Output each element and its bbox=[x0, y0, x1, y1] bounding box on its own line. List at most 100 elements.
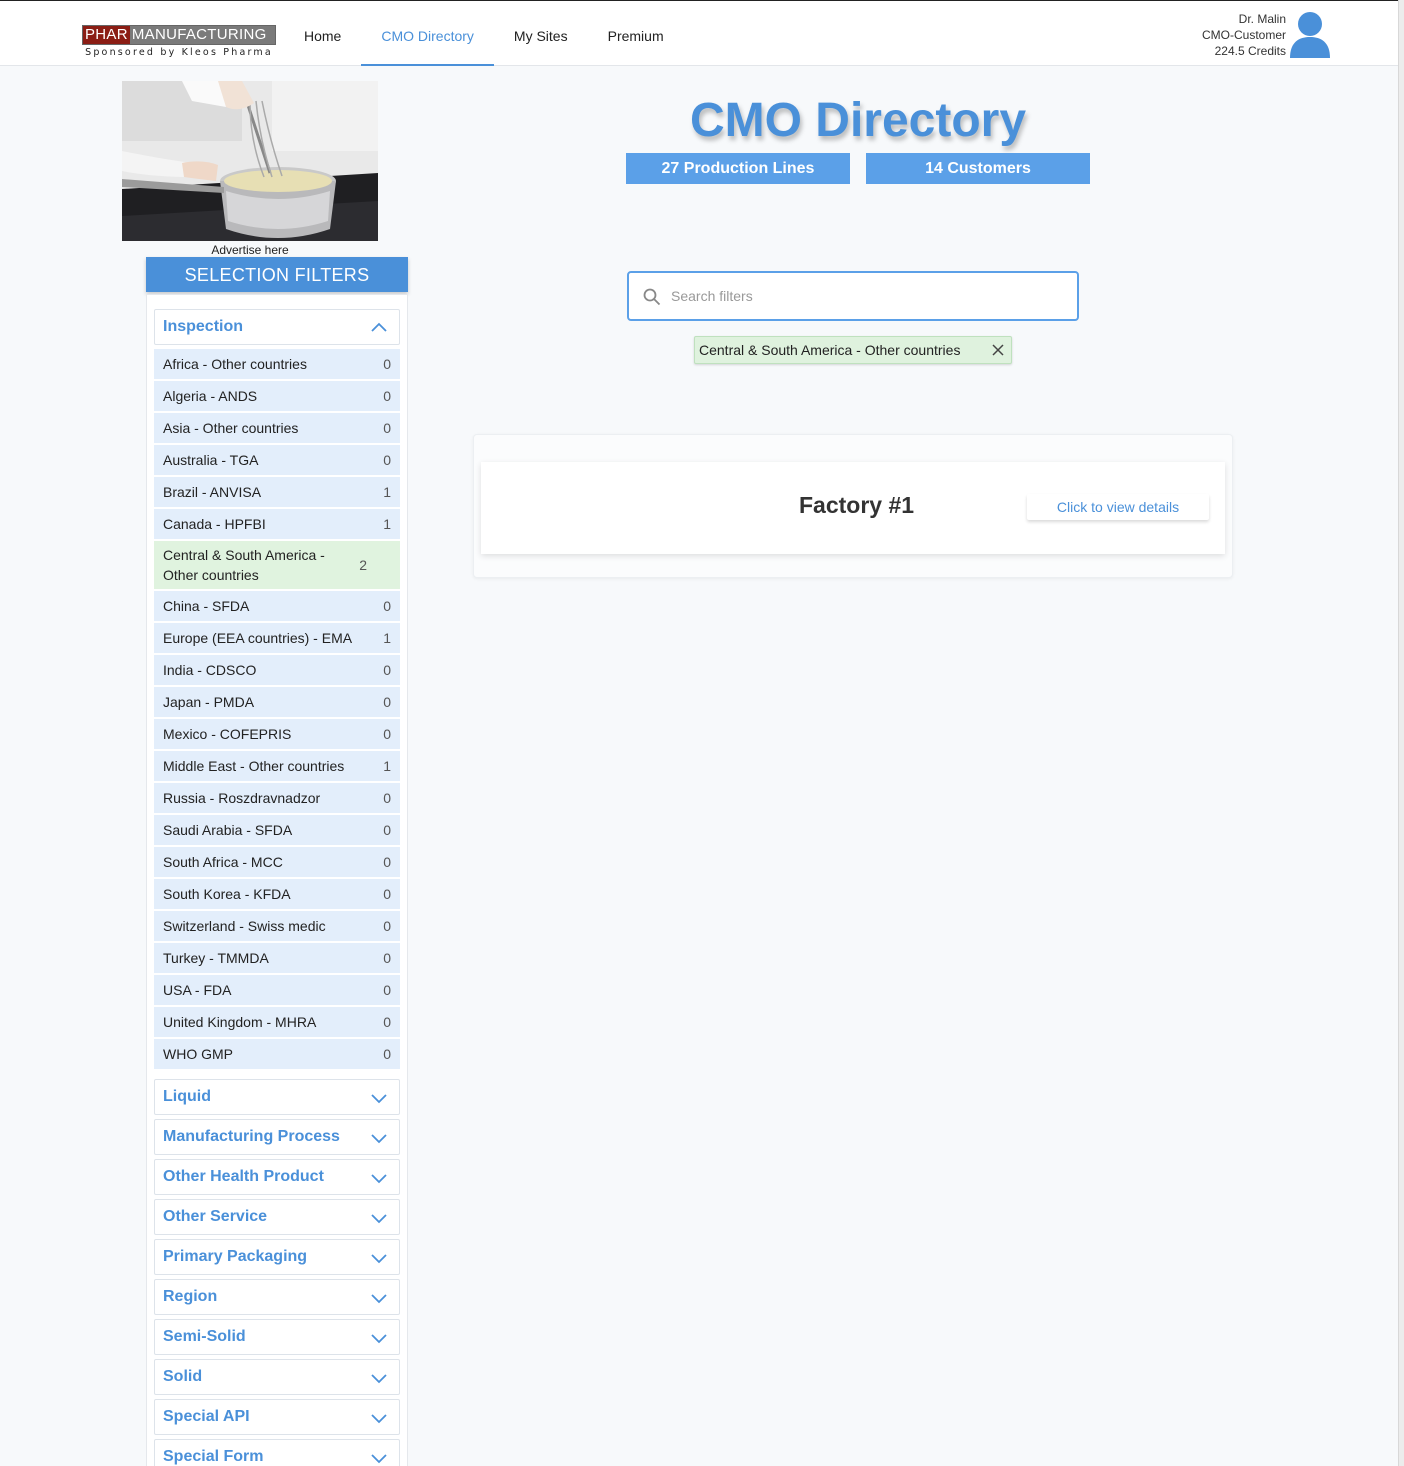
filter-item-label: Asia - Other countries bbox=[163, 420, 299, 436]
filter-item-count: 2 bbox=[359, 557, 367, 573]
section-manufacturing-process[interactable]: Manufacturing Process bbox=[154, 1119, 400, 1155]
filter-item[interactable]: Middle East - Other countries 1 bbox=[154, 751, 400, 781]
filter-item[interactable]: Central & South America - Other countrie… bbox=[154, 541, 400, 589]
section-label: Other Health Product bbox=[163, 1168, 324, 1185]
section-label: Region bbox=[163, 1288, 218, 1305]
filter-item-label: India - CDSCO bbox=[163, 662, 257, 678]
section-special-form[interactable]: Special Form bbox=[154, 1439, 400, 1466]
search-input[interactable] bbox=[671, 284, 1061, 308]
section-special-api[interactable]: Special API bbox=[154, 1399, 400, 1435]
filter-item-count: 0 bbox=[383, 790, 391, 806]
filter-item[interactable]: Australia - TGA 0 bbox=[154, 445, 400, 475]
section-solid[interactable]: Solid bbox=[154, 1359, 400, 1395]
user-info[interactable]: Dr. Malin CMO-Customer 224.5 Credits bbox=[1202, 11, 1286, 59]
section-primary-packaging[interactable]: Primary Packaging bbox=[154, 1239, 400, 1275]
filter-item[interactable]: Mexico - COFEPRIS 0 bbox=[154, 719, 400, 749]
logo[interactable]: PHAR MANUFACTURING Sponsored by Kleos Ph… bbox=[82, 25, 276, 58]
nav-premium[interactable]: Premium bbox=[588, 1, 684, 66]
filter-item[interactable]: South Korea - KFDA 0 bbox=[154, 879, 400, 909]
filter-item[interactable]: United Kingdom - MHRA 0 bbox=[154, 1007, 400, 1037]
selection-filters-title: SELECTION FILTERS bbox=[146, 257, 408, 292]
nav-my-sites[interactable]: My Sites bbox=[494, 1, 588, 66]
filter-item-label: Turkey - TMMDA bbox=[163, 950, 269, 966]
section-region[interactable]: Region bbox=[154, 1279, 400, 1315]
filter-item-count: 0 bbox=[383, 598, 391, 614]
chevron-down-icon bbox=[371, 1254, 387, 1264]
filter-item-count: 1 bbox=[383, 630, 391, 646]
result-card: Factory #1 Click to view details bbox=[481, 462, 1225, 554]
search-icon bbox=[643, 288, 661, 306]
filter-item-count: 0 bbox=[383, 662, 391, 678]
section-liquid[interactable]: Liquid bbox=[154, 1079, 400, 1115]
production-lines-stat[interactable]: 27 Production Lines bbox=[626, 153, 850, 184]
section-label: Manufacturing Process bbox=[163, 1128, 340, 1145]
section-label: Semi-Solid bbox=[163, 1328, 246, 1345]
filter-item[interactable]: Africa - Other countries 0 bbox=[154, 349, 400, 379]
user-name: Dr. Malin bbox=[1238, 12, 1286, 26]
filter-item-count: 0 bbox=[383, 822, 391, 838]
chevron-down-icon bbox=[371, 1174, 387, 1184]
filter-item-label: South Korea - KFDA bbox=[163, 886, 291, 902]
section-inspection-label: Inspection bbox=[163, 318, 244, 335]
customers-stat[interactable]: 14 Customers bbox=[866, 153, 1090, 184]
filter-item-count: 0 bbox=[383, 1046, 391, 1062]
filter-item[interactable]: Algeria - ANDS 0 bbox=[154, 381, 400, 411]
filter-item[interactable]: India - CDSCO 0 bbox=[154, 655, 400, 685]
filter-item-count: 0 bbox=[383, 854, 391, 870]
filter-item-count: 1 bbox=[383, 484, 391, 500]
chevron-down-icon bbox=[371, 1334, 387, 1344]
filter-item[interactable]: Brazil - ANVISA 1 bbox=[154, 477, 400, 507]
chevron-up-icon bbox=[371, 322, 387, 332]
nav-home[interactable]: Home bbox=[284, 1, 361, 66]
filter-item-count: 0 bbox=[383, 918, 391, 934]
filter-item[interactable]: USA - FDA 0 bbox=[154, 975, 400, 1005]
filter-item-count: 0 bbox=[383, 726, 391, 742]
filter-item[interactable]: Asia - Other countries 0 bbox=[154, 413, 400, 443]
chevron-down-icon bbox=[371, 1454, 387, 1464]
avatar-icon[interactable] bbox=[1290, 11, 1330, 59]
filter-item-label: Africa - Other countries bbox=[163, 356, 307, 372]
section-other-service[interactable]: Other Service bbox=[154, 1199, 400, 1235]
filter-item-label: Canada - HPFBI bbox=[163, 516, 266, 532]
filter-item[interactable]: Russia - Roszdravnadzor 0 bbox=[154, 783, 400, 813]
filter-item-label: Japan - PMDA bbox=[163, 694, 255, 710]
view-details-button[interactable]: Click to view details bbox=[1027, 494, 1209, 520]
filter-item[interactable]: Europe (EEA countries) - EMA 1 bbox=[154, 623, 400, 653]
user-role: CMO-Customer bbox=[1201, 28, 1286, 42]
filter-item-label: Central & South America - Other countrie… bbox=[163, 547, 325, 583]
nav-cmo-directory[interactable]: CMO Directory bbox=[361, 1, 494, 66]
filter-item[interactable]: WHO GMP 0 bbox=[154, 1039, 400, 1069]
filter-item[interactable]: Switzerland - Swiss medic 0 bbox=[154, 911, 400, 941]
chevron-down-icon bbox=[371, 1374, 387, 1384]
advertisement-image[interactable] bbox=[122, 81, 378, 241]
filter-item[interactable]: Saudi Arabia - SFDA 0 bbox=[154, 815, 400, 845]
page-title: CMO Directory bbox=[689, 94, 1027, 147]
search-box bbox=[627, 271, 1079, 321]
filter-item-label: Saudi Arabia - SFDA bbox=[163, 822, 293, 838]
cooking-pot-image bbox=[122, 81, 378, 241]
advertise-label[interactable]: Advertise here bbox=[122, 243, 378, 257]
filter-item-count: 0 bbox=[383, 356, 391, 372]
section-inspection[interactable]: Inspection bbox=[154, 309, 400, 345]
filter-item[interactable]: Turkey - TMMDA 0 bbox=[154, 943, 400, 973]
section-semi-solid[interactable]: Semi-Solid bbox=[154, 1319, 400, 1355]
active-filter-chip: Central & South America - Other countrie… bbox=[694, 336, 1012, 364]
filter-item[interactable]: South Africa - MCC 0 bbox=[154, 847, 400, 877]
section-label: Special API bbox=[163, 1408, 250, 1425]
section-label: Special Form bbox=[163, 1448, 264, 1465]
filter-item-count: 0 bbox=[383, 694, 391, 710]
filter-item[interactable]: Canada - HPFBI 1 bbox=[154, 509, 400, 539]
filter-item-count: 0 bbox=[383, 982, 391, 998]
section-label: Solid bbox=[163, 1368, 203, 1385]
filter-item[interactable]: Japan - PMDA 0 bbox=[154, 687, 400, 717]
filter-item-count: 0 bbox=[383, 452, 391, 468]
filter-item-label: Middle East - Other countries bbox=[163, 758, 345, 774]
top-header: PHAR MANUFACTURING Sponsored by Kleos Ph… bbox=[0, 0, 1398, 66]
section-other-health-product[interactable]: Other Health Product bbox=[154, 1159, 400, 1195]
filter-item-label: Russia - Roszdravnadzor bbox=[163, 790, 321, 806]
section-label: Other Service bbox=[163, 1208, 268, 1225]
filter-item-label: Algeria - ANDS bbox=[163, 388, 258, 404]
page-scrollbar[interactable] bbox=[1398, 0, 1404, 1466]
close-icon[interactable] bbox=[991, 343, 1005, 357]
filter-item[interactable]: China - SFDA 0 bbox=[154, 591, 400, 621]
